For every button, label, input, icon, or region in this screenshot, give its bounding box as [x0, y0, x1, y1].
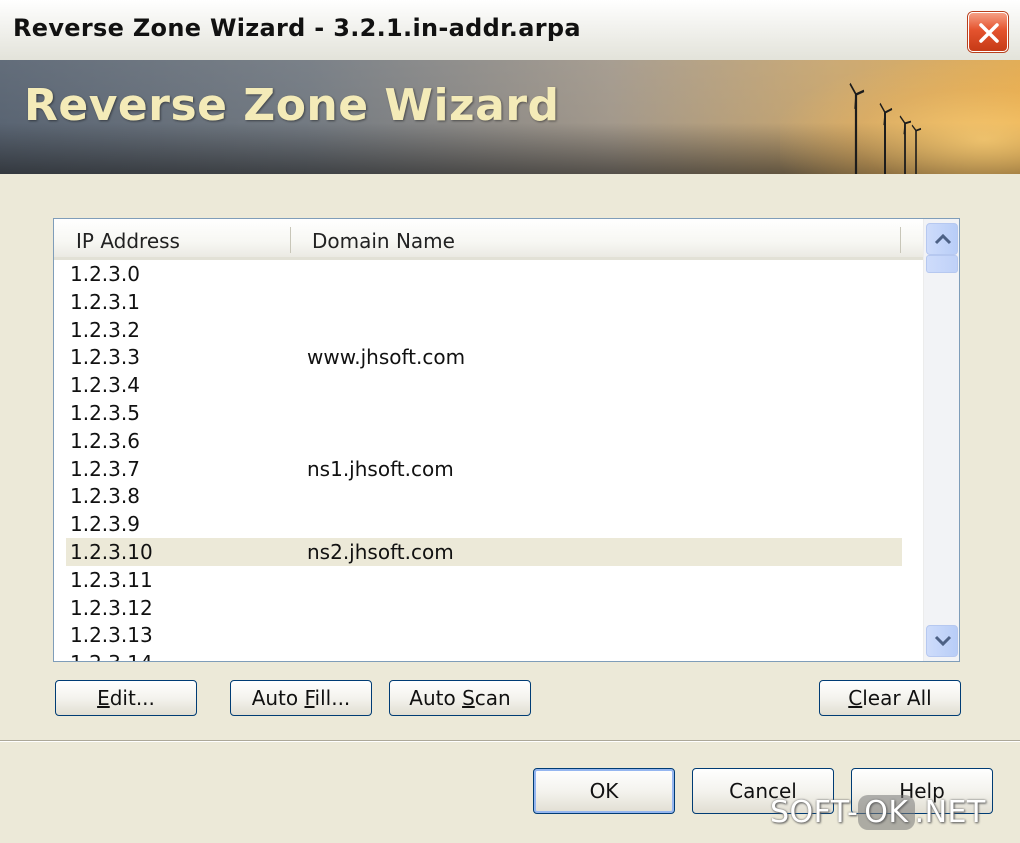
list-item[interactable]: 1.2.3.10 ns2.jhsoft.com	[66, 538, 902, 566]
auto-scan-button[interactable]: Auto Scan	[389, 680, 531, 716]
ip-address-cell: 1.2.3.3	[70, 345, 140, 370]
ip-address-cell: 1.2.3.8	[70, 484, 140, 509]
close-button[interactable]	[968, 12, 1008, 52]
list-item[interactable]: 1.2.3.7 ns1.jhsoft.com	[66, 455, 902, 483]
reverse-zone-list[interactable]: IP Address Domain Name 1.2.3.0 1.2.3.1 1.2…	[53, 218, 960, 662]
edit-label-post: dit...	[109, 685, 155, 710]
ip-address-cell: 1.2.3.6	[70, 428, 140, 453]
auto-scan-accel-key: S	[462, 685, 475, 710]
edit-accel-key: E	[97, 685, 110, 710]
wind-turbines-image	[849, 82, 922, 174]
vertical-scrollbar[interactable]	[923, 219, 959, 661]
title-bar: Reverse Zone Wizard - 3.2.1.in-addr.arpa	[0, 0, 1020, 61]
auto-scan-label-post: can	[474, 685, 511, 710]
list-item[interactable]: 1.2.3.3 www.jhsoft.com	[66, 343, 902, 371]
watermark-left: SOFT-	[770, 795, 859, 830]
button-area-divider	[0, 740, 1020, 742]
ip-address-cell: 1.2.3.10	[70, 540, 153, 564]
column-divider[interactable]	[900, 227, 901, 253]
auto-fill-label-pre: Auto	[251, 685, 305, 710]
scroll-up-button[interactable]	[926, 223, 958, 255]
auto-scan-label-pre: Auto	[409, 685, 463, 710]
list-item[interactable]: 1.2.3.12	[66, 594, 902, 622]
window-title: Reverse Zone Wizard - 3.2.1.in-addr.arpa	[13, 14, 581, 42]
auto-fill-label-post: ill...	[314, 685, 351, 710]
ip-address-cell: 1.2.3.12	[70, 595, 153, 620]
ip-address-cell: 1.2.3.4	[70, 373, 140, 398]
scroll-down-button[interactable]	[926, 625, 958, 657]
domain-name-cell: www.jhsoft.com	[307, 345, 466, 370]
list-item[interactable]: 1.2.3.11	[66, 566, 902, 594]
ip-address-cell: 1.2.3.1	[70, 289, 140, 314]
list-rows: 1.2.3.0 1.2.3.1 1.2.3.2 1.2.3.3 www.jhsoft.c…	[54, 260, 923, 661]
close-icon	[979, 23, 999, 43]
list-item[interactable]: 1.2.3.4	[66, 371, 902, 399]
ip-address-cell: 1.2.3.11	[70, 567, 153, 592]
edit-button[interactable]: Edit...	[55, 680, 197, 716]
clear-all-button[interactable]: Clear All	[819, 680, 961, 716]
list-header: IP Address Domain Name	[54, 219, 923, 260]
chevron-down-icon	[934, 635, 952, 647]
list-item[interactable]: 1.2.3.13	[66, 621, 902, 649]
list-item[interactable]: 1.2.3.0	[66, 260, 902, 288]
ip-address-cell: 1.2.3.13	[70, 623, 153, 648]
column-header-domain-name[interactable]: Domain Name	[312, 229, 455, 253]
list-item[interactable]: 1.2.3.2	[66, 316, 902, 344]
watermark: SOFT- OK .NET	[770, 795, 986, 830]
list-item[interactable]: 1.2.3.9	[66, 510, 902, 538]
column-divider[interactable]	[290, 227, 291, 253]
ip-address-cell: 1.2.3.5	[70, 401, 140, 425]
ip-address-cell: 1.2.3.9	[70, 512, 140, 537]
column-header-ip-address[interactable]: IP Address	[76, 229, 180, 253]
list-item[interactable]: 1.2.3.6	[66, 427, 902, 455]
list-item[interactable]: 1.2.3.8	[66, 482, 902, 510]
ip-address-cell: 1.2.3.14	[70, 651, 153, 661]
watermark-middle: OK	[858, 795, 915, 830]
list-item[interactable]: 1.2.3.1	[66, 288, 902, 316]
clear-all-accel-key: C	[848, 685, 863, 710]
ip-address-cell: 1.2.3.0	[70, 262, 140, 286]
list-item[interactable]: 1.2.3.5	[66, 399, 902, 427]
watermark-right: .NET	[914, 795, 986, 830]
ip-address-cell: 1.2.3.2	[70, 317, 140, 342]
ok-button[interactable]: OK	[533, 768, 675, 814]
banner-title: Reverse Zone Wizard	[24, 80, 560, 131]
scroll-thumb[interactable]	[926, 255, 958, 273]
chevron-up-icon	[934, 233, 952, 245]
auto-fill-button[interactable]: Auto Fill...	[230, 680, 372, 716]
wizard-banner: Reverse Zone Wizard	[0, 60, 1020, 174]
clear-all-label-post: lear All	[862, 685, 932, 710]
list-item[interactable]: 1.2.3.14	[66, 649, 902, 661]
domain-name-cell: ns2.jhsoft.com	[307, 540, 454, 564]
domain-name-cell: ns1.jhsoft.com	[307, 456, 454, 481]
auto-fill-accel-key: F	[304, 685, 315, 710]
ip-address-cell: 1.2.3.7	[70, 456, 140, 481]
